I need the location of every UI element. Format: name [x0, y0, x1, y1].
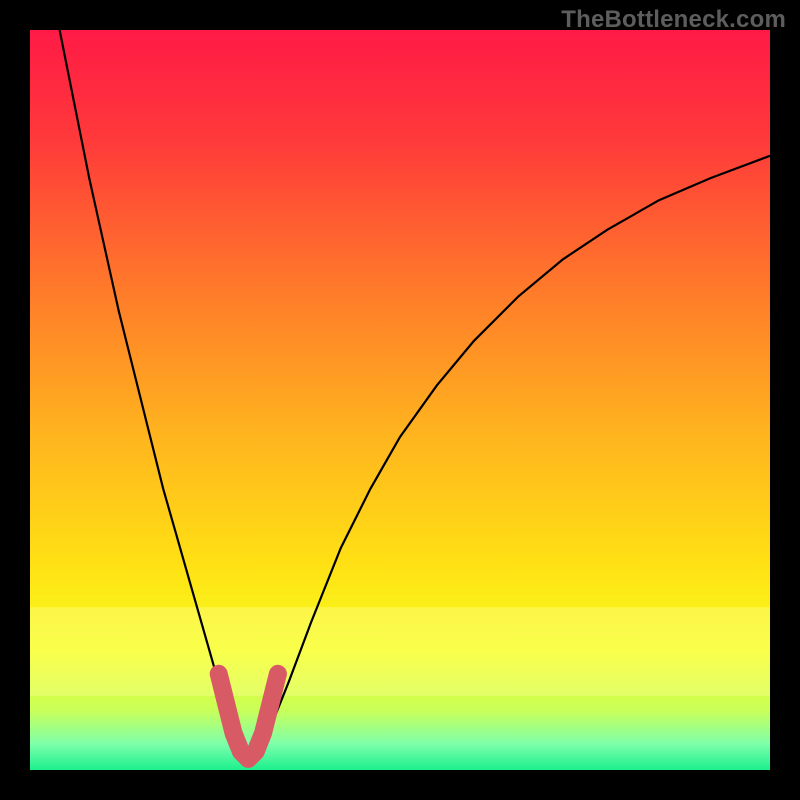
outer-frame: TheBottleneck.com [0, 0, 800, 800]
chart-plot-area [30, 30, 770, 770]
pale-horizontal-band [30, 607, 770, 696]
chart-svg [30, 30, 770, 770]
